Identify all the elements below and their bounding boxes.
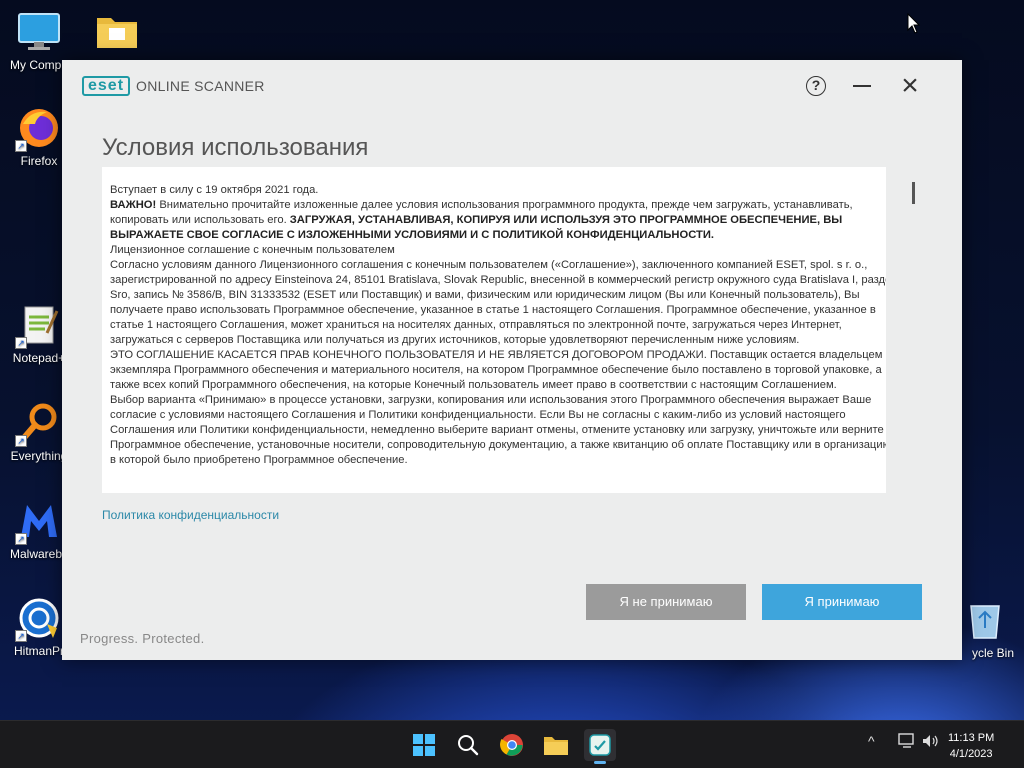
clock-time: 11:13 PM (948, 732, 995, 744)
product-name: ONLINE SCANNER (136, 78, 265, 94)
firefox-icon: ↗ (15, 106, 61, 152)
help-button[interactable]: ? (802, 72, 830, 100)
desktop-icon-folder[interactable] (78, 10, 156, 58)
effective-date: Вступает в силу с 19 октября 2021 года. (110, 184, 319, 196)
license-paragraph: Согласно условиям данного Лицензионного … (110, 259, 886, 346)
folder-icon (544, 737, 568, 755)
monitor-icon (17, 10, 61, 54)
close-button[interactable]: × (896, 69, 924, 102)
important-label: ВАЖНО! (110, 199, 157, 211)
folder-icon (95, 10, 139, 54)
eset-window: eset ONLINE SCANNER ? × Условия использо… (62, 60, 962, 660)
important-notice: ВАЖНО! Внимательно прочитайте изложенные… (110, 198, 886, 243)
page-title: Условия использования (102, 134, 369, 161)
close-icon: × (901, 69, 919, 102)
desktop-icon-label: Notepad+ (12, 351, 66, 365)
desktop-icon-label: Firefox (20, 154, 58, 168)
search-icon (458, 735, 479, 756)
minimize-button[interactable] (848, 72, 876, 100)
eset-logo: eset ONLINE SCANNER (82, 76, 265, 96)
network-icon[interactable] (898, 733, 916, 752)
decline-button[interactable]: Я не принимаю (586, 584, 746, 620)
shortcut-arrow-icon: ↗ (15, 435, 27, 447)
notepad-plus-plus-icon: ↗ (15, 303, 61, 349)
system-clock[interactable]: 11:13 PM 4/1/2023 (948, 730, 994, 762)
chrome-icon (500, 734, 523, 756)
shortcut-arrow-icon: ↗ (15, 533, 27, 545)
minimize-icon (853, 85, 871, 87)
license-content: Вступает в силу с 19 октября 2021 года. … (110, 183, 886, 468)
malwarebytes-icon: ↗ (15, 499, 61, 545)
license-heading: Лицензионное соглашение с конечным польз… (110, 244, 395, 256)
volume-icon[interactable] (921, 733, 939, 752)
shortcut-arrow-icon: ↗ (15, 337, 27, 349)
eset-scanner-icon (589, 734, 611, 756)
clock-date: 4/1/2023 (949, 748, 993, 760)
license-paragraph: ЭТО СОГЛАШЕНИЕ КАСАЕТСЯ ПРАВ КОНЕЧНОГО П… (110, 349, 883, 391)
privacy-policy-link[interactable]: Политика конфиденциальности (102, 508, 279, 522)
hitmanpro-icon: ↗ (15, 596, 61, 642)
shortcut-arrow-icon: ↗ (15, 140, 27, 152)
license-scrollbar[interactable] (912, 182, 915, 204)
eset-brand: eset (82, 76, 131, 96)
desktop-icon-label: HitmanPr (13, 644, 64, 658)
desktop-icon-label: My Compu (9, 58, 68, 72)
shortcut-arrow-icon: ↗ (15, 630, 27, 642)
start-button[interactable] (408, 729, 440, 761)
help-icon: ? (806, 76, 826, 96)
magnifier-icon: ↗ (15, 401, 61, 447)
mouse-cursor-icon (907, 12, 921, 40)
search-button[interactable] (452, 729, 484, 761)
windows-icon (413, 734, 435, 756)
taskbar: ^ 11:13 PM 4/1/2023 (0, 720, 1024, 768)
recycle-bin-icon (963, 598, 1007, 642)
file-explorer-taskbar-button[interactable] (540, 729, 572, 761)
tray-overflow-chevron[interactable]: ^ (868, 733, 875, 749)
license-paragraph: Выбор варианта «Принимаю» в процессе уст… (110, 394, 886, 466)
desktop-icon-label: Malwareby (9, 547, 69, 561)
accept-button[interactable]: Я принимаю (762, 584, 922, 620)
eset-taskbar-button[interactable] (584, 729, 616, 764)
desktop-icon-label: Everything (10, 449, 68, 463)
footer-tagline: Progress. Protected. (80, 631, 205, 646)
license-text-area[interactable]: Вступает в силу с 19 октября 2021 года. … (102, 167, 886, 493)
desktop-icon-label: ycle Bin (971, 646, 1015, 660)
chrome-taskbar-button[interactable] (496, 729, 528, 761)
